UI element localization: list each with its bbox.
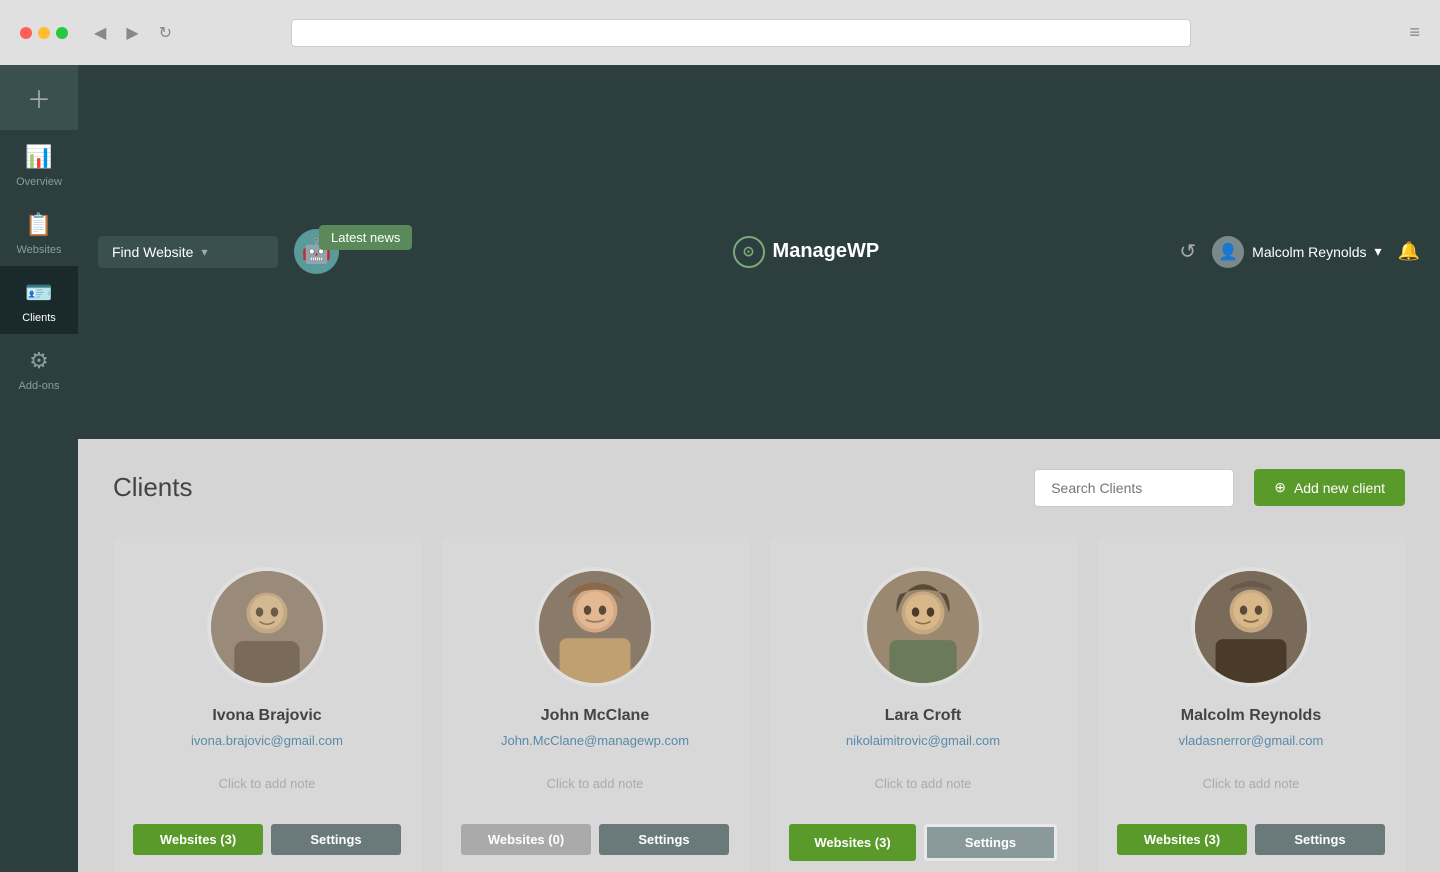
page-title: Clients: [113, 472, 1014, 503]
sidebar-add-button[interactable]: ＋: [0, 65, 78, 130]
find-website-dropdown[interactable]: Find Website ▾: [98, 236, 278, 268]
sync-icon[interactable]: ↺: [1179, 239, 1196, 264]
browser-traffic-lights: [20, 27, 68, 39]
client-email-3[interactable]: nikolaimitrovic@gmail.com: [846, 733, 1000, 748]
websites-button-3[interactable]: Websites (3): [789, 824, 916, 861]
settings-button-1[interactable]: Settings: [271, 824, 401, 855]
client-name-1: Ivona Brajovic: [212, 707, 321, 725]
main-content: Clients ⊕ Add new client Ivona Brajovic …: [78, 439, 1440, 872]
page-header: Clients ⊕ Add new client: [113, 469, 1405, 507]
websites-icon: 📋: [25, 212, 52, 238]
settings-button-3[interactable]: Settings: [924, 824, 1057, 861]
addons-icon: ⚙: [29, 348, 49, 374]
app-logo: ⊙ ManageWP: [733, 236, 880, 268]
client-card-3: Lara Croft nikolaimitrovic@gmail.com Cli…: [769, 537, 1077, 872]
sidebar-item-clients[interactable]: 🪪 Clients: [0, 266, 78, 334]
dropdown-arrow-icon: ▾: [201, 245, 207, 259]
clients-icon: 🪪: [25, 280, 52, 306]
client-card-1: Ivona Brajovic ivona.brajovic@gmail.com …: [113, 537, 421, 872]
plus-icon: ＋: [27, 80, 51, 115]
client-name-3: Lara Croft: [885, 707, 961, 725]
close-dot: [20, 27, 32, 39]
address-bar[interactable]: [291, 19, 1191, 47]
refresh-button[interactable]: ↻: [155, 21, 176, 45]
client-email-1[interactable]: ivona.brajovic@gmail.com: [191, 733, 343, 748]
search-clients-input[interactable]: [1034, 469, 1234, 507]
client-actions-1: Websites (3) Settings: [133, 824, 401, 855]
right-side: Find Website ▾ 🤖 Latest news ⊙ ManageWP …: [78, 65, 1440, 872]
user-dropdown-arrow-icon: ▾: [1375, 243, 1382, 260]
websites-button-1[interactable]: Websites (3): [133, 824, 263, 855]
sidebar-item-websites[interactable]: 📋 Websites: [0, 198, 78, 266]
user-menu[interactable]: 👤 Malcolm Reynolds ▾: [1212, 236, 1381, 268]
logo-text: ManageWP: [773, 240, 880, 263]
client-card-2: John McClane John.McClane@managewp.com C…: [441, 537, 749, 872]
client-avatar-3: [863, 567, 983, 687]
client-note-4[interactable]: Click to add note: [1203, 764, 1300, 804]
clients-grid: Ivona Brajovic ivona.brajovic@gmail.com …: [113, 537, 1405, 872]
websites-button-2[interactable]: Websites (0): [461, 824, 591, 855]
client-actions-4: Websites (3) Settings: [1117, 824, 1385, 855]
settings-button-4[interactable]: Settings: [1255, 824, 1385, 855]
client-avatar-1: [207, 567, 327, 687]
minimize-dot: [38, 27, 50, 39]
websites-button-4[interactable]: Websites (3): [1117, 824, 1247, 855]
client-name-2: John McClane: [541, 707, 649, 725]
sidebar-item-overview[interactable]: 📊 Overview: [0, 130, 78, 198]
client-avatar-4: [1191, 567, 1311, 687]
client-note-3[interactable]: Click to add note: [875, 764, 972, 804]
user-name: Malcolm Reynolds: [1252, 244, 1366, 260]
top-bar-right: ↺ 👤 Malcolm Reynolds ▾ 🔔: [1179, 236, 1420, 268]
client-card-4: Malcolm Reynolds vladasnerror@gmail.com …: [1097, 537, 1405, 872]
app-container: ＋ 📊 Overview 📋 Websites 🪪 Clients ⚙ Add-…: [0, 65, 1440, 872]
sidebar-item-addons-label: Add-ons: [19, 380, 60, 392]
client-name-4: Malcolm Reynolds: [1181, 707, 1321, 725]
browser-menu-icon[interactable]: ≡: [1409, 22, 1420, 43]
sidebar: ＋ 📊 Overview 📋 Websites 🪪 Clients ⚙ Add-…: [0, 65, 78, 872]
client-email-4[interactable]: vladasnerror@gmail.com: [1179, 733, 1324, 748]
client-note-1[interactable]: Click to add note: [219, 764, 316, 804]
client-email-2[interactable]: John.McClane@managewp.com: [501, 733, 689, 748]
notification-bell-icon[interactable]: 🔔: [1398, 241, 1420, 262]
sidebar-item-addons[interactable]: ⚙ Add-ons: [0, 334, 78, 402]
sidebar-item-websites-label: Websites: [16, 244, 61, 256]
mascot-area: 🤖 Latest news: [294, 229, 432, 274]
logo-icon: ⊙: [733, 236, 765, 268]
add-client-icon: ⊕: [1274, 479, 1286, 496]
top-bar: Find Website ▾ 🤖 Latest news ⊙ ManageWP …: [78, 65, 1440, 439]
sidebar-item-clients-label: Clients: [22, 312, 56, 324]
browser-chrome: ◀ ▶ ↻ ≡: [0, 0, 1440, 65]
latest-news-badge[interactable]: Latest news: [319, 225, 412, 250]
maximize-dot: [56, 27, 68, 39]
user-avatar: 👤: [1212, 236, 1244, 268]
client-actions-3: Websites (3) Settings: [789, 824, 1057, 861]
client-avatar-2: [535, 567, 655, 687]
add-new-client-button[interactable]: ⊕ Add new client: [1254, 469, 1405, 506]
find-website-label: Find Website: [112, 244, 193, 260]
back-button[interactable]: ◀: [90, 21, 110, 45]
add-client-label: Add new client: [1294, 480, 1385, 496]
overview-icon: 📊: [25, 144, 52, 170]
latest-news-label: Latest news: [331, 230, 400, 245]
client-note-2[interactable]: Click to add note: [547, 764, 644, 804]
forward-button[interactable]: ▶: [122, 21, 142, 45]
sidebar-item-overview-label: Overview: [16, 176, 62, 188]
settings-button-2[interactable]: Settings: [599, 824, 729, 855]
client-actions-2: Websites (0) Settings: [461, 824, 729, 855]
